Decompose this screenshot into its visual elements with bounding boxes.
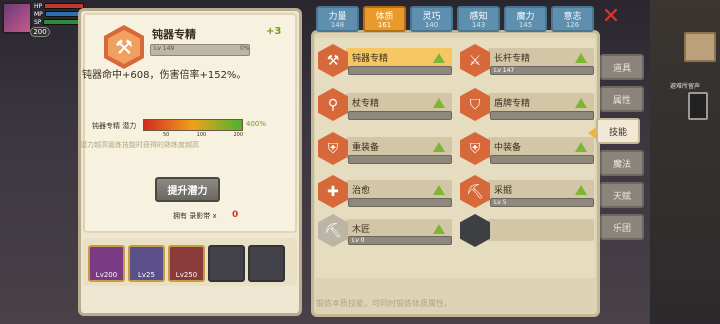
mp-label: MP [34, 10, 43, 18]
close-icon[interactable]: ✕ [600, 6, 622, 28]
skill-progress-bar: Lv 0 [348, 236, 452, 245]
skill-progress-bar [348, 155, 452, 164]
tape-owned-label: 拥有 录影带 x [173, 212, 217, 220]
upgrade-arrow-icon[interactable] [433, 142, 445, 152]
character-slot-empty[interactable] [248, 245, 285, 282]
upgrade-arrow-icon[interactable] [575, 142, 587, 152]
tab-willpower[interactable]: 意志 126 [551, 6, 594, 32]
tape-owned-count: 0 [232, 210, 239, 220]
skill-progress-bar [490, 111, 594, 120]
skill-progress-bar: Lv 5 [490, 198, 594, 207]
skill-detail-bonus: +3 [266, 26, 282, 37]
skill-level: Lv 0 [352, 237, 365, 244]
hp-label: HP [34, 2, 43, 10]
player-portrait[interactable] [2, 2, 32, 34]
potential-ticks: 50 100 200 [163, 132, 243, 138]
skill-card-empty [488, 219, 594, 241]
character-level: Lv200 [95, 271, 118, 279]
map-object[interactable] [684, 32, 716, 62]
upgrade-arrow-icon[interactable] [433, 53, 445, 63]
potential-note: 潜力越高锻炼技能时获得的熟练度越高 [80, 141, 199, 149]
skill-progress-bar [348, 198, 452, 207]
phone-icon[interactable] [688, 92, 708, 120]
tab-constitution[interactable]: 体质 161 [363, 6, 406, 32]
skill-progress-bar [348, 111, 452, 120]
side-tab-items[interactable]: 道具 [600, 54, 644, 80]
shelter-label: 避难所留声 [670, 83, 701, 90]
upgrade-arrow-icon[interactable] [433, 185, 445, 195]
skill-level: Lv 147 [494, 67, 515, 74]
tab-magic[interactable]: 魔力 145 [504, 6, 547, 32]
tab-value: 161 [377, 21, 392, 29]
skill-name[interactable]: 重装备 [352, 140, 379, 153]
tab-value: 140 [424, 21, 439, 29]
selected-arrow-icon [588, 127, 596, 139]
potential-label: 钝器专精 潜力 [92, 122, 137, 130]
upgrade-potential-button[interactable]: 提升潜力 [155, 177, 220, 202]
upgrade-arrow-icon[interactable] [575, 98, 587, 108]
potential-tick: 50 [163, 132, 170, 138]
skill-progress-bar [490, 155, 594, 164]
hp-bar [44, 3, 85, 9]
skill-name[interactable]: 采掘 [494, 183, 512, 196]
menu-icons[interactable] [672, 2, 718, 22]
side-tab-talents[interactable]: 天赋 [600, 182, 644, 208]
character-slot[interactable]: Lv250 [168, 245, 205, 282]
skill-name[interactable]: 治愈 [352, 183, 370, 196]
tab-value: 145 [518, 21, 533, 29]
potential-tick: 200 [233, 132, 243, 138]
skill-name[interactable]: 木匠 [352, 222, 370, 235]
character-level: Lv250 [175, 271, 198, 279]
tab-value: 126 [565, 21, 580, 29]
potential-percent: 400% [246, 120, 267, 128]
upgrade-arrow-icon[interactable] [575, 185, 587, 195]
character-slot[interactable]: Lv25 [128, 245, 165, 282]
player-level-badge: 200 [30, 27, 50, 37]
skill-name[interactable]: 钝器专精 [352, 51, 388, 64]
potential-bar [143, 119, 243, 131]
sp-label: SP [34, 18, 42, 26]
skill-detail-level: Lv 149 [154, 45, 175, 52]
character-slot-empty[interactable] [208, 245, 245, 282]
tab-dexterity[interactable]: 灵巧 140 [410, 6, 453, 32]
hp-row: HP [34, 2, 85, 10]
character-level: Lv25 [138, 271, 155, 279]
skill-detail-level-percent: 0% [240, 45, 250, 52]
upgrade-arrow-icon[interactable] [433, 98, 445, 108]
character-slot[interactable]: Lv200 [88, 245, 125, 282]
side-tab-band[interactable]: 乐团 [600, 214, 644, 240]
tab-strength[interactable]: 力量 148 [316, 6, 359, 32]
upgrade-arrow-icon[interactable] [575, 53, 587, 63]
skill-detail-description: 钝器命中+608，伤害倍率+152%。 [82, 70, 247, 81]
skill-name[interactable]: 盾牌专精 [494, 96, 530, 109]
skill-name[interactable]: 杖专精 [352, 96, 379, 109]
side-tab-magic[interactable]: 魔法 [600, 150, 644, 176]
upgrade-arrow-icon[interactable] [433, 224, 445, 234]
skill-name[interactable]: 长杆专精 [494, 51, 530, 64]
tab-value: 148 [330, 21, 345, 29]
skill-name[interactable]: 中装备 [494, 140, 521, 153]
skill-progress-bar [348, 66, 452, 75]
skill-detail-name: 钝器专精 [152, 28, 196, 41]
potential-tick: 100 [196, 132, 207, 138]
skill-progress-bar: Lv 147 [490, 66, 594, 75]
side-tab-skills[interactable]: 技能 [596, 118, 640, 144]
side-tab-attributes[interactable]: 属性 [600, 86, 644, 112]
bottom-hint-text: 锻炼本质技能，可同时锻炼体质属性。 [316, 299, 452, 308]
tab-perception[interactable]: 感知 143 [457, 6, 500, 32]
tab-value: 143 [471, 21, 486, 29]
skill-level: Lv 5 [494, 199, 507, 206]
